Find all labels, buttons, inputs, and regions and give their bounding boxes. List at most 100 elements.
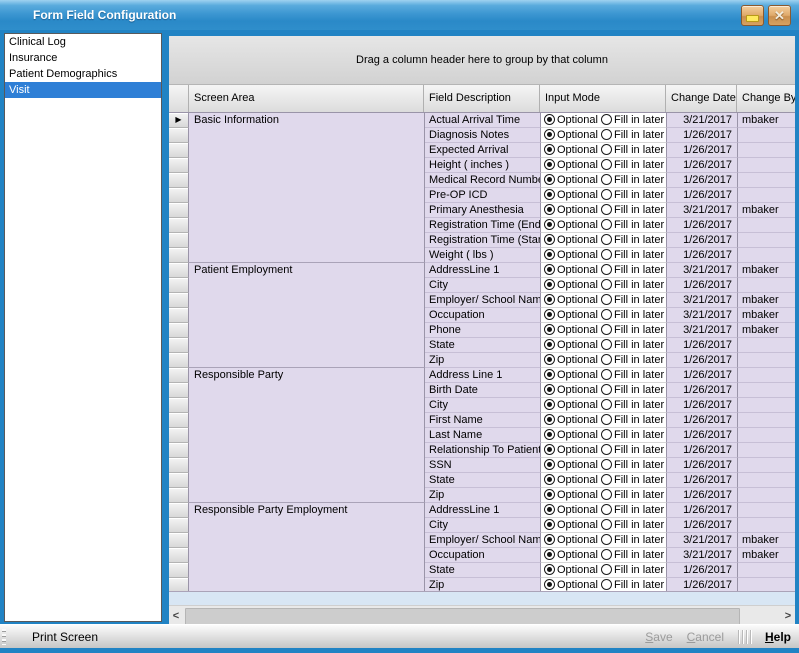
table-row[interactable]: CityOptionalFill in later1/26/2017 <box>425 518 795 533</box>
table-row[interactable]: Weight ( lbs )OptionalFill in later1/26/… <box>425 248 795 263</box>
cancel-button[interactable]: Cancel <box>687 630 724 644</box>
radio-fill-in-later[interactable] <box>601 234 612 245</box>
radio-fill-in-later[interactable] <box>601 174 612 185</box>
table-row[interactable]: Relationship To PatientOptionalFill in l… <box>425 443 795 458</box>
table-row[interactable]: StateOptionalFill in later1/26/2017 <box>425 338 795 353</box>
radio-optional[interactable] <box>544 294 555 305</box>
table-row[interactable]: ZipOptionalFill in later1/26/2017 <box>425 578 795 591</box>
radio-fill-in-later[interactable] <box>601 519 612 530</box>
help-button[interactable]: Help <box>765 630 791 644</box>
table-row[interactable]: StateOptionalFill in later1/26/2017 <box>425 473 795 488</box>
radio-fill-in-later[interactable] <box>601 369 612 380</box>
table-row[interactable]: SSNOptionalFill in later1/26/2017 <box>425 458 795 473</box>
radio-fill-in-later[interactable] <box>601 204 612 215</box>
table-row[interactable]: Employer/ School NameOptionalFill in lat… <box>425 293 795 308</box>
row-indicator[interactable] <box>169 203 189 218</box>
radio-fill-in-later[interactable] <box>601 354 612 365</box>
sidebar-item-insurance[interactable]: Insurance <box>5 50 161 66</box>
close-button[interactable]: ✕ <box>768 5 791 26</box>
table-row[interactable]: OccupationOptionalFill in later3/21/2017… <box>425 308 795 323</box>
table-row[interactable]: Last NameOptionalFill in later1/26/2017 <box>425 428 795 443</box>
radio-fill-in-later[interactable] <box>601 504 612 515</box>
row-indicator[interactable] <box>169 218 189 233</box>
radio-optional[interactable] <box>544 534 555 545</box>
radio-fill-in-later[interactable] <box>601 309 612 320</box>
radio-fill-in-later[interactable] <box>601 564 612 575</box>
scrollbar-track[interactable] <box>183 607 781 624</box>
radio-optional[interactable] <box>544 189 555 200</box>
row-indicator[interactable] <box>169 518 189 533</box>
scroll-left-button[interactable]: < <box>169 607 183 624</box>
radio-fill-in-later[interactable] <box>601 534 612 545</box>
radio-fill-in-later[interactable] <box>601 129 612 140</box>
radio-optional[interactable] <box>544 264 555 275</box>
row-indicator[interactable] <box>169 143 189 158</box>
scroll-right-button[interactable]: > <box>781 607 795 624</box>
radio-optional[interactable] <box>544 204 555 215</box>
table-row[interactable]: ZipOptionalFill in later1/26/2017 <box>425 488 795 503</box>
sidebar-item-visit[interactable]: Visit <box>5 82 161 98</box>
radio-optional[interactable] <box>544 504 555 515</box>
radio-optional[interactable] <box>544 339 555 350</box>
row-indicator[interactable] <box>169 368 189 383</box>
radio-optional[interactable] <box>544 564 555 575</box>
radio-fill-in-later[interactable] <box>601 144 612 155</box>
radio-fill-in-later[interactable] <box>601 429 612 440</box>
row-indicator[interactable] <box>169 398 189 413</box>
table-row[interactable]: Medical Record NumberOptionalFill in lat… <box>425 173 795 188</box>
row-indicator[interactable] <box>169 188 189 203</box>
radio-optional[interactable] <box>544 324 555 335</box>
radio-fill-in-later[interactable] <box>601 489 612 500</box>
row-indicator[interactable] <box>169 473 189 488</box>
radio-fill-in-later[interactable] <box>601 384 612 395</box>
horizontal-scrollbar[interactable]: < > <box>169 605 795 625</box>
radio-optional[interactable] <box>544 414 555 425</box>
row-indicator[interactable] <box>169 353 189 368</box>
row-indicator[interactable] <box>169 128 189 143</box>
row-indicator[interactable] <box>169 578 189 591</box>
sidebar-item-patient-demographics[interactable]: Patient Demographics <box>5 66 161 82</box>
radio-optional[interactable] <box>544 309 555 320</box>
radio-fill-in-later[interactable] <box>601 579 612 590</box>
radio-optional[interactable] <box>544 444 555 455</box>
row-indicator[interactable]: ▶ <box>169 113 189 128</box>
radio-fill-in-later[interactable] <box>601 459 612 470</box>
row-indicator[interactable] <box>169 428 189 443</box>
radio-optional[interactable] <box>544 354 555 365</box>
radio-optional[interactable] <box>544 174 555 185</box>
column-header-input-mode[interactable]: Input Mode <box>540 85 666 112</box>
radio-optional[interactable] <box>544 129 555 140</box>
table-row[interactable]: Primary AnesthesiaOptionalFill in later3… <box>425 203 795 218</box>
radio-fill-in-later[interactable] <box>601 279 612 290</box>
table-row[interactable]: CityOptionalFill in later1/26/2017 <box>425 278 795 293</box>
radio-optional[interactable] <box>544 219 555 230</box>
radio-fill-in-later[interactable] <box>601 474 612 485</box>
radio-optional[interactable] <box>544 489 555 500</box>
radio-fill-in-later[interactable] <box>601 549 612 560</box>
table-row[interactable]: Registration Time (Start)OptionalFill in… <box>425 233 795 248</box>
radio-optional[interactable] <box>544 369 555 380</box>
row-indicator[interactable] <box>169 443 189 458</box>
table-row[interactable]: ZipOptionalFill in later1/26/2017 <box>425 353 795 368</box>
column-header-field-description[interactable]: Field Description <box>424 85 540 112</box>
table-row[interactable]: Birth DateOptionalFill in later1/26/2017 <box>425 383 795 398</box>
radio-fill-in-later[interactable] <box>601 114 612 125</box>
minimize-button[interactable] <box>741 5 764 26</box>
row-indicator[interactable] <box>169 548 189 563</box>
row-indicator[interactable] <box>169 533 189 548</box>
radio-optional[interactable] <box>544 579 555 590</box>
row-indicator[interactable] <box>169 308 189 323</box>
row-indicator[interactable] <box>169 383 189 398</box>
table-row[interactable]: First NameOptionalFill in later1/26/2017 <box>425 413 795 428</box>
table-row[interactable]: StateOptionalFill in later1/26/2017 <box>425 563 795 578</box>
radio-optional[interactable] <box>544 249 555 260</box>
row-indicator[interactable] <box>169 263 189 278</box>
table-row[interactable]: OccupationOptionalFill in later3/21/2017… <box>425 548 795 563</box>
row-indicator[interactable] <box>169 173 189 188</box>
table-row[interactable]: Expected ArrivalOptionalFill in later1/2… <box>425 143 795 158</box>
radio-fill-in-later[interactable] <box>601 414 612 425</box>
column-header-change-by[interactable]: Change By <box>737 85 795 112</box>
radio-optional[interactable] <box>544 474 555 485</box>
radio-optional[interactable] <box>544 399 555 410</box>
row-indicator[interactable] <box>169 413 189 428</box>
